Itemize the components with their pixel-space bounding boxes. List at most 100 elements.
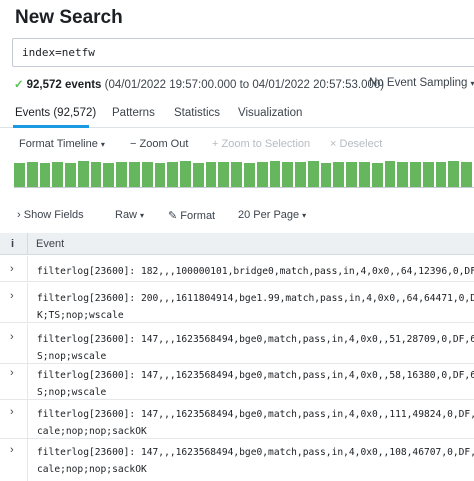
per-page-dropdown[interactable]: 20 Per Page ▾ bbox=[238, 209, 306, 221]
zoom-out-button[interactable]: − Zoom Out bbox=[130, 138, 188, 150]
active-tab-indicator bbox=[13, 125, 89, 128]
timeline-bar[interactable] bbox=[307, 161, 319, 187]
timeline-bar[interactable] bbox=[14, 163, 25, 187]
caret-down-icon: ▾ bbox=[140, 211, 145, 220]
timeline-bar[interactable] bbox=[39, 163, 51, 187]
timeline-bar[interactable] bbox=[346, 162, 357, 187]
event-line: K;TS;nop;wscale bbox=[37, 310, 124, 321]
timeline-bar[interactable] bbox=[371, 163, 383, 187]
timeline-bar[interactable] bbox=[26, 162, 38, 187]
timeline-bar[interactable] bbox=[422, 162, 434, 187]
timeline-bar[interactable] bbox=[397, 162, 409, 187]
event-text: filterlog[23600]: 147,,,1623568494,bge0,… bbox=[37, 367, 474, 401]
timeline-bar[interactable] bbox=[256, 162, 268, 187]
format-timeline-label: Format Timeline bbox=[19, 138, 98, 150]
event-line: filterlog[23600]: 147,,,1623568494,bge0,… bbox=[37, 447, 474, 458]
check-icon: ✓ bbox=[14, 79, 24, 91]
timeline-bar[interactable] bbox=[129, 162, 140, 187]
event-text: filterlog[23600]: 182,,,100000101,bridge… bbox=[37, 263, 474, 280]
timeline-bar[interactable] bbox=[448, 161, 460, 187]
tab-visualization[interactable]: Visualization bbox=[238, 107, 302, 119]
event-status: ✓ 92,572 events (04/01/2022 19:57:00.000 … bbox=[14, 77, 384, 91]
timeline-histogram[interactable] bbox=[14, 158, 474, 188]
deselect-button[interactable]: × Deselect bbox=[330, 138, 382, 150]
event-sampling-label: No Event Sampling bbox=[369, 77, 468, 89]
tab-patterns[interactable]: Patterns bbox=[112, 107, 155, 119]
timeline-bar[interactable] bbox=[90, 162, 102, 187]
timeline-bar[interactable] bbox=[205, 162, 217, 187]
event-line: filterlog[23600]: 147,,,1623568494,bge0,… bbox=[37, 370, 474, 381]
event-line: S;nop;wscale bbox=[37, 387, 107, 398]
events-table-header: i Event bbox=[0, 233, 474, 255]
timeline-bar[interactable] bbox=[180, 161, 191, 187]
page-title: New Search bbox=[15, 7, 123, 28]
timeline-bar[interactable] bbox=[333, 162, 345, 187]
expand-row-icon[interactable]: › bbox=[10, 444, 14, 456]
timeline-bar[interactable] bbox=[167, 162, 179, 187]
expand-row-icon[interactable]: › bbox=[10, 406, 14, 418]
tab-statistics[interactable]: Statistics bbox=[174, 107, 220, 119]
table-row[interactable]: › filterlog[23600]: 147,,,1623568494,bge… bbox=[0, 399, 474, 439]
table-row[interactable]: › filterlog[23600]: 200,,,1611804914,bge… bbox=[0, 283, 474, 323]
timeline-bar[interactable] bbox=[244, 163, 255, 187]
raw-dropdown[interactable]: Raw ▾ bbox=[115, 209, 144, 221]
time-range: (04/01/2022 19:57:00.000 to 04/01/2022 2… bbox=[104, 79, 385, 91]
event-column-header[interactable]: Event bbox=[36, 238, 64, 250]
timeline-bar[interactable] bbox=[154, 163, 166, 187]
timeline-bar[interactable] bbox=[410, 162, 421, 187]
show-fields-button[interactable]: › Show Fields bbox=[17, 209, 84, 221]
caret-down-icon: ▾ bbox=[470, 79, 474, 88]
column-divider bbox=[27, 324, 28, 363]
event-line: cale;nop;nop;sackOK bbox=[37, 426, 147, 437]
zoom-to-selection-button[interactable]: + Zoom to Selection bbox=[212, 138, 310, 150]
event-line: filterlog[23600]: 182,,,100000101,bridge… bbox=[37, 266, 474, 277]
show-fields-label: Show Fields bbox=[23, 209, 84, 221]
search-input[interactable]: index=netfw bbox=[12, 38, 474, 67]
zoom-out-label: Zoom Out bbox=[139, 138, 189, 150]
search-query-text: index=netfw bbox=[22, 46, 95, 59]
expand-row-icon[interactable]: › bbox=[10, 367, 14, 379]
timeline-bar[interactable] bbox=[461, 162, 472, 187]
plus-icon: + bbox=[212, 138, 219, 150]
close-icon: × bbox=[330, 138, 337, 150]
timeline-bar[interactable] bbox=[384, 161, 396, 187]
timeline-toolbar: Format Timeline ▾ − Zoom Out + Zoom to Se… bbox=[0, 135, 474, 153]
tab-events[interactable]: Events (92,572) bbox=[15, 107, 96, 119]
chevron-right-icon: › bbox=[17, 209, 21, 221]
timeline-bar[interactable] bbox=[192, 163, 204, 187]
column-divider bbox=[27, 256, 28, 281]
event-line: cale;nop;nop;sackOK bbox=[37, 464, 147, 475]
table-row[interactable]: › filterlog[23600]: 147,,,1623568494,bge… bbox=[0, 360, 474, 400]
event-sampling-dropdown[interactable]: No Event Sampling ▾ bbox=[369, 77, 474, 89]
timeline-bar[interactable] bbox=[52, 162, 64, 187]
expand-row-icon[interactable]: › bbox=[10, 331, 14, 343]
results-options: › Show Fields Raw ▾ ✎ Format 20 Per Page ▾ bbox=[0, 206, 474, 226]
timeline-bar[interactable] bbox=[359, 162, 370, 187]
timeline-bar[interactable] bbox=[282, 162, 294, 187]
timeline-bar[interactable] bbox=[103, 163, 115, 187]
expand-row-icon[interactable]: › bbox=[10, 263, 14, 275]
timeline-bar[interactable] bbox=[141, 162, 153, 187]
pencil-icon: ✎ bbox=[168, 210, 178, 222]
timeline-bar[interactable] bbox=[116, 162, 127, 187]
timeline-bar[interactable] bbox=[65, 163, 76, 187]
deselect-label: Deselect bbox=[339, 138, 383, 150]
format-label: Format bbox=[180, 210, 216, 222]
timeline-bar[interactable] bbox=[77, 161, 89, 187]
timeline-bar[interactable] bbox=[320, 163, 332, 187]
timeline-bar[interactable] bbox=[269, 161, 281, 187]
event-text: filterlog[23600]: 147,,,1623568494,bge0,… bbox=[37, 406, 474, 440]
timeline-bar[interactable] bbox=[435, 162, 447, 187]
format-timeline-button[interactable]: Format Timeline ▾ bbox=[19, 138, 105, 150]
info-column-header: i bbox=[11, 238, 15, 250]
table-row[interactable]: › filterlog[23600]: 147,,,1623568494,bge… bbox=[0, 437, 474, 481]
caret-down-icon: ▾ bbox=[100, 140, 105, 149]
timeline-bar[interactable] bbox=[231, 162, 242, 187]
expand-row-icon[interactable]: › bbox=[10, 290, 14, 302]
format-button[interactable]: ✎ Format bbox=[168, 209, 215, 222]
timeline-bar[interactable] bbox=[218, 162, 230, 187]
timeline-bar[interactable] bbox=[295, 162, 306, 187]
table-row[interactable]: › filterlog[23600]: 182,,,100000101,brid… bbox=[0, 256, 474, 282]
column-divider bbox=[27, 283, 28, 322]
table-row[interactable]: › filterlog[23600]: 147,,,1623568494,bge… bbox=[0, 324, 474, 364]
